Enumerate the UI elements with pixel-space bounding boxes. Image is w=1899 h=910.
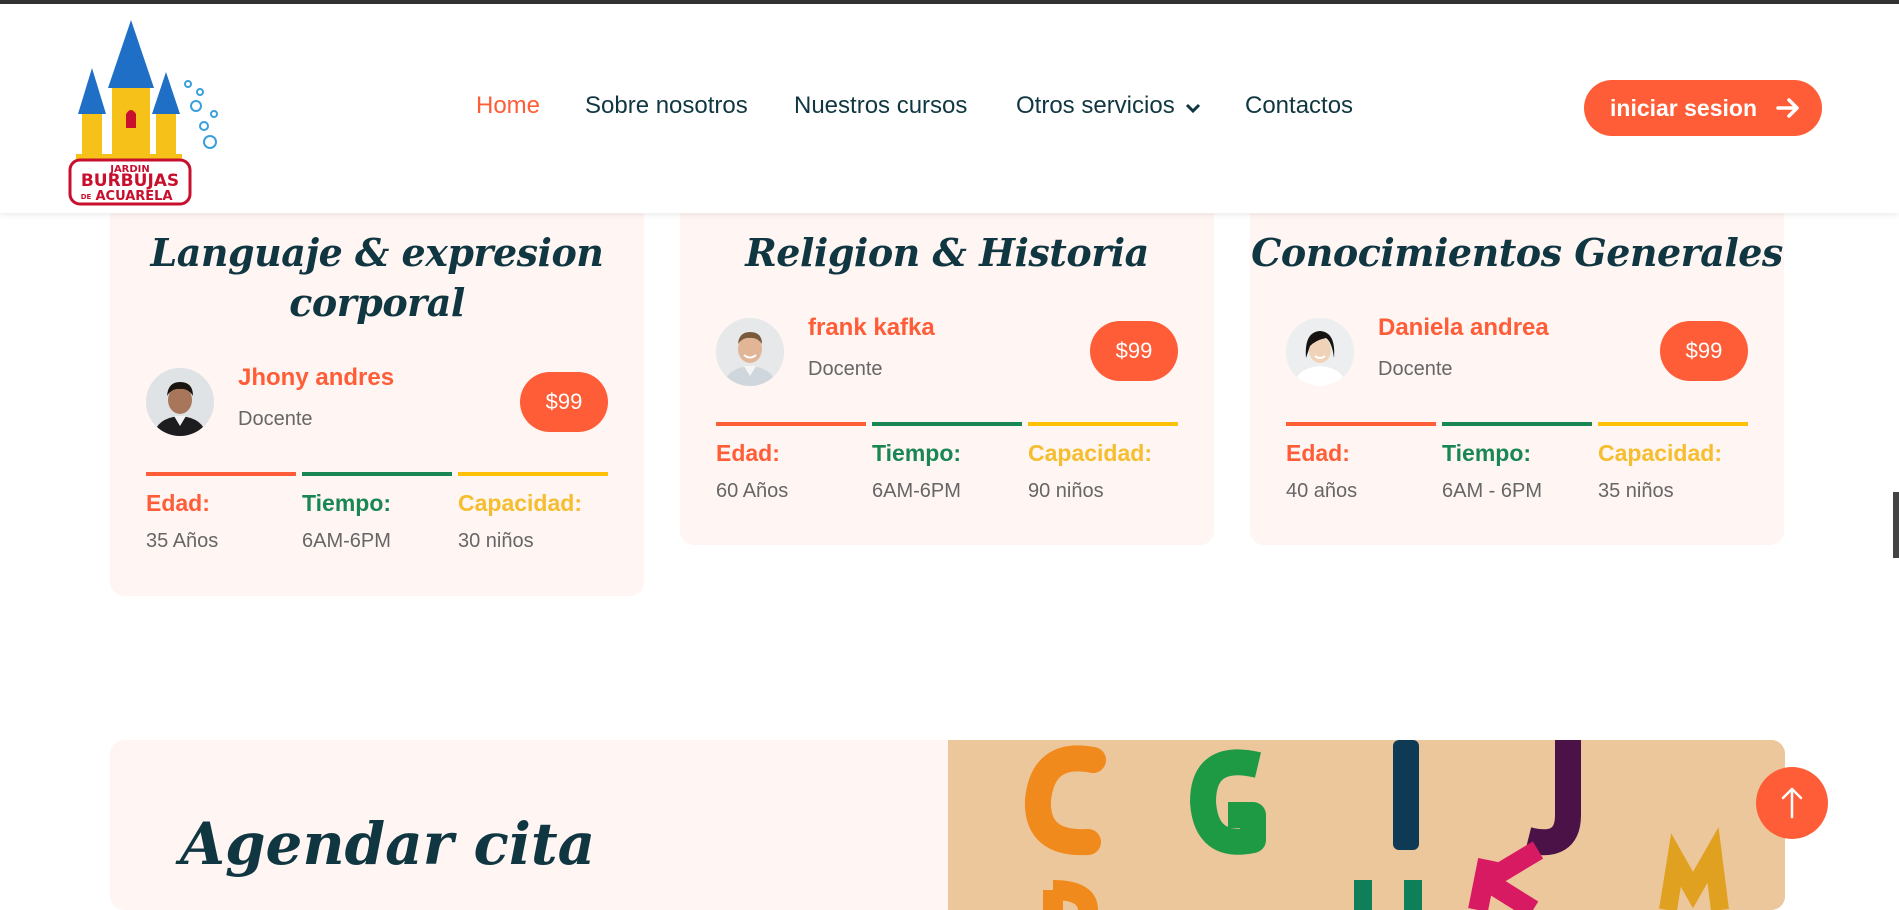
stat-bar-age	[146, 472, 296, 476]
site-logo[interactable]: JARDIN BURBUJAS DE ACUARELA	[68, 14, 224, 206]
stat-bar-time	[1442, 422, 1592, 426]
stat-value-time: 6AM-6PM	[872, 480, 961, 502]
course-card: Conocimientos Generales Daniela andrea D…	[1250, 180, 1784, 545]
stat-label-capacity: Capacidad:	[1028, 440, 1152, 466]
nav-sobre-nosotros[interactable]: Sobre nosotros	[585, 92, 748, 120]
teacher-avatar	[1286, 318, 1354, 386]
teacher-role: Docente	[808, 358, 883, 380]
stat-value-age: 60 Años	[716, 480, 789, 502]
course-card: Religion & Historia frank kafka Docente …	[680, 180, 1214, 545]
course-price-badge: $99	[1090, 321, 1178, 381]
stat-value-capacity: 30 niños	[458, 530, 534, 552]
nav-contactos[interactable]: Contactos	[1245, 92, 1353, 120]
stat-bar-capacity	[1598, 422, 1748, 426]
stat-label-age: Edad:	[716, 440, 780, 466]
stat-bar-capacity	[1028, 422, 1178, 426]
alphabet-letters-image	[948, 740, 1785, 910]
stat-value-age: 40 años	[1286, 480, 1358, 502]
stat-bar-age	[1286, 422, 1436, 426]
course-title: Languaje & expresion	[150, 230, 604, 275]
stat-label-capacity: Capacidad:	[1598, 440, 1722, 466]
chevron-down-icon	[1185, 93, 1201, 121]
stat-value-time: 6AM-6PM	[302, 530, 391, 552]
logo-text-burbujas: BURBUJAS	[81, 171, 179, 191]
nav-home[interactable]: Home	[476, 92, 540, 120]
stat-label-time: Tiempo:	[872, 440, 962, 466]
course-price-badge: $99	[1660, 321, 1748, 381]
nav-nuestros-cursos[interactable]: Nuestros cursos	[794, 92, 967, 120]
login-button-label: iniciar sesion	[1610, 95, 1758, 121]
course-title: Religion & Historia	[745, 230, 1149, 275]
course-title-line2: corporal	[289, 280, 465, 325]
site-header: JARDIN BURBUJAS DE ACUARELA Home Sobre n…	[0, 4, 1899, 213]
teacher-avatar	[146, 368, 214, 436]
stat-bar-time	[872, 422, 1022, 426]
teacher-role: Docente	[1378, 358, 1453, 380]
course-price-badge: $99	[520, 372, 608, 432]
stat-bar-age	[716, 422, 866, 426]
stat-label-age: Edad:	[1286, 440, 1350, 466]
teacher-name: Jhony andres	[238, 364, 395, 391]
course-card: Languaje & expresion corporal Jhony andr…	[110, 180, 644, 596]
back-to-top-button[interactable]	[1756, 767, 1828, 839]
stat-label-age: Edad:	[146, 490, 210, 516]
login-button[interactable]: iniciar sesion	[1584, 80, 1822, 136]
stat-bar-time	[302, 472, 452, 476]
nav-otros-servicios-label: Otros servicios	[1016, 92, 1175, 119]
logo-text-acuarela: ACUARELA	[95, 189, 172, 204]
arrow-right-icon	[1776, 80, 1800, 156]
logo-text-de: DE	[81, 193, 92, 201]
teacher-name: Daniela andrea	[1378, 314, 1549, 341]
stat-value-time: 6AM - 6PM	[1442, 480, 1543, 502]
teacher-name: frank kafka	[808, 314, 935, 341]
page-scrollbar-thumb[interactable]	[1893, 492, 1899, 558]
nav-otros-servicios[interactable]: Otros servicios	[1016, 92, 1201, 121]
stat-value-capacity: 90 niños	[1028, 480, 1104, 502]
appointment-section: Agendar cita	[110, 740, 1785, 910]
teacher-role: Docente	[238, 408, 313, 430]
stat-bar-capacity	[458, 472, 608, 476]
teacher-avatar	[716, 318, 784, 386]
stat-label-time: Tiempo:	[1442, 440, 1532, 466]
stat-value-age: 35 Años	[146, 530, 219, 552]
appointment-title: Agendar cita	[180, 810, 596, 878]
stat-label-capacity: Capacidad:	[458, 490, 582, 516]
stat-label-time: Tiempo:	[302, 490, 392, 516]
arrow-up-icon	[1756, 767, 1828, 844]
course-title: Conocimientos Generales	[1251, 230, 1783, 275]
stat-value-capacity: 35 niños	[1598, 480, 1674, 502]
